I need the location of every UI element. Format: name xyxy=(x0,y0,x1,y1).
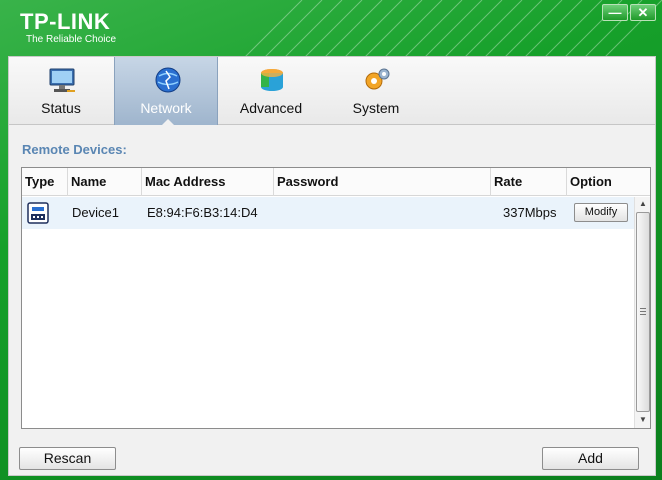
vertical-scrollbar[interactable]: ▲ ▼ xyxy=(634,197,650,428)
globe-icon xyxy=(155,67,181,93)
tab-advanced-label: Advanced xyxy=(239,100,303,116)
table-row[interactable]: Device1 E8:94:F6:B3:14:D4 337Mbps Modify xyxy=(22,197,634,229)
monitor-icon xyxy=(49,68,75,92)
brand-tagline: The Reliable Choice xyxy=(26,34,117,45)
column-header-password[interactable]: Password xyxy=(274,168,491,196)
scroll-up-arrow-icon[interactable]: ▲ xyxy=(635,197,651,211)
tab-system[interactable]: System xyxy=(324,57,428,125)
column-header-option[interactable]: Option xyxy=(567,168,650,196)
tab-network[interactable]: Network xyxy=(114,57,218,126)
modify-button[interactable]: Modify xyxy=(574,203,628,222)
main-panel: Status Network Advanced System Remote De… xyxy=(8,56,656,476)
gears-icon xyxy=(365,68,390,90)
app-window: TP-LINK The Reliable Choice — ✕ Status N… xyxy=(0,0,662,480)
device-mac: E8:94:F6:B3:14:D4 xyxy=(147,205,258,220)
table-header: Type Name Mac Address Password Rate Opti… xyxy=(22,168,650,196)
tab-status[interactable]: Status xyxy=(9,57,113,125)
add-button[interactable]: Add xyxy=(542,447,639,470)
close-button[interactable]: ✕ xyxy=(630,4,656,21)
brand-logo: TP-LINK The Reliable Choice xyxy=(20,10,116,46)
device-name: Device1 xyxy=(72,205,119,220)
minimize-button[interactable]: — xyxy=(602,4,628,21)
scroll-grip-icon xyxy=(640,308,646,315)
powerline-adapter-icon xyxy=(27,202,49,224)
section-title: Remote Devices: xyxy=(22,142,127,157)
remote-devices-table: Type Name Mac Address Password Rate Opti… xyxy=(21,167,651,429)
column-header-name[interactable]: Name xyxy=(68,168,142,196)
tab-network-label: Network xyxy=(140,100,192,116)
scrollbar-thumb[interactable] xyxy=(636,212,650,412)
scroll-down-arrow-icon[interactable]: ▼ xyxy=(635,413,651,427)
tab-status-label: Status xyxy=(41,100,81,116)
rescan-button[interactable]: Rescan xyxy=(19,447,116,470)
active-tab-indicator xyxy=(161,119,175,126)
tab-system-label: System xyxy=(352,100,400,116)
tab-bar: Status Network Advanced System xyxy=(9,57,655,126)
column-header-rate[interactable]: Rate xyxy=(491,168,567,196)
column-header-mac-address[interactable]: Mac Address xyxy=(142,168,274,196)
header-pattern xyxy=(242,0,662,60)
brand-name: TP-LINK xyxy=(20,9,111,34)
device-rate: 337Mbps xyxy=(503,205,557,220)
tab-advanced[interactable]: Advanced xyxy=(219,57,323,125)
cube-icon xyxy=(261,69,283,91)
column-header-type[interactable]: Type xyxy=(22,168,68,196)
